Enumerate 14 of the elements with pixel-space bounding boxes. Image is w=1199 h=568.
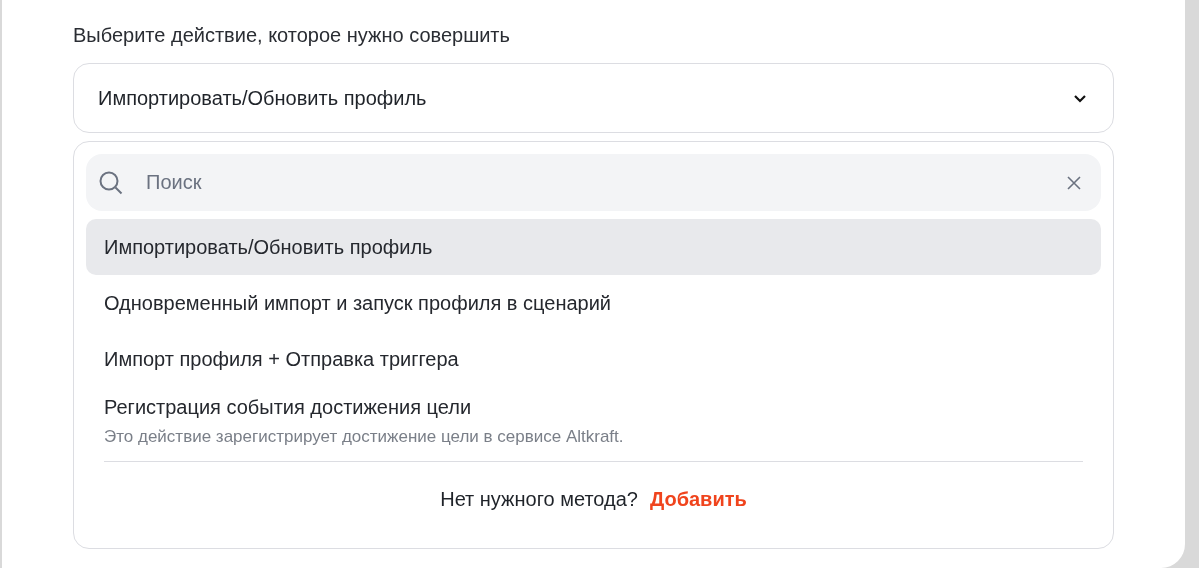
option-description: Это действие зарегистрирует достижение цели в сервисе Altkraft.: [104, 427, 625, 447]
chevron-icon: [1073, 93, 1087, 103]
search-field[interactable]: Поиск: [86, 154, 1101, 211]
footer-text: Нет нужного метода?: [440, 487, 638, 511]
option-title: Регистрация события достижения цели: [104, 396, 473, 419]
dropdown-option[interactable]: Регистрация события достижения цели Это действие зарегистрирует достижение цели в сервисе Altkraft.: [86, 387, 1101, 453]
field-label: Выберите действие, которое нужно совершить: [73, 23, 511, 48]
dropdown-option[interactable]: Импорт профиля + Отправка триггера: [86, 331, 1101, 387]
action-select[interactable]: Импортировать/Обновить профиль: [73, 63, 1114, 133]
close-icon[interactable]: [1067, 175, 1081, 190]
dropdown-option[interactable]: Одновременный импорт и запуск профиля в сценарий: [86, 275, 1101, 331]
search-icon: [98, 169, 124, 196]
dropdown-option[interactable]: Импортировать/Обновить профиль: [86, 219, 1101, 275]
add-link[interactable]: Добавить: [649, 487, 747, 511]
